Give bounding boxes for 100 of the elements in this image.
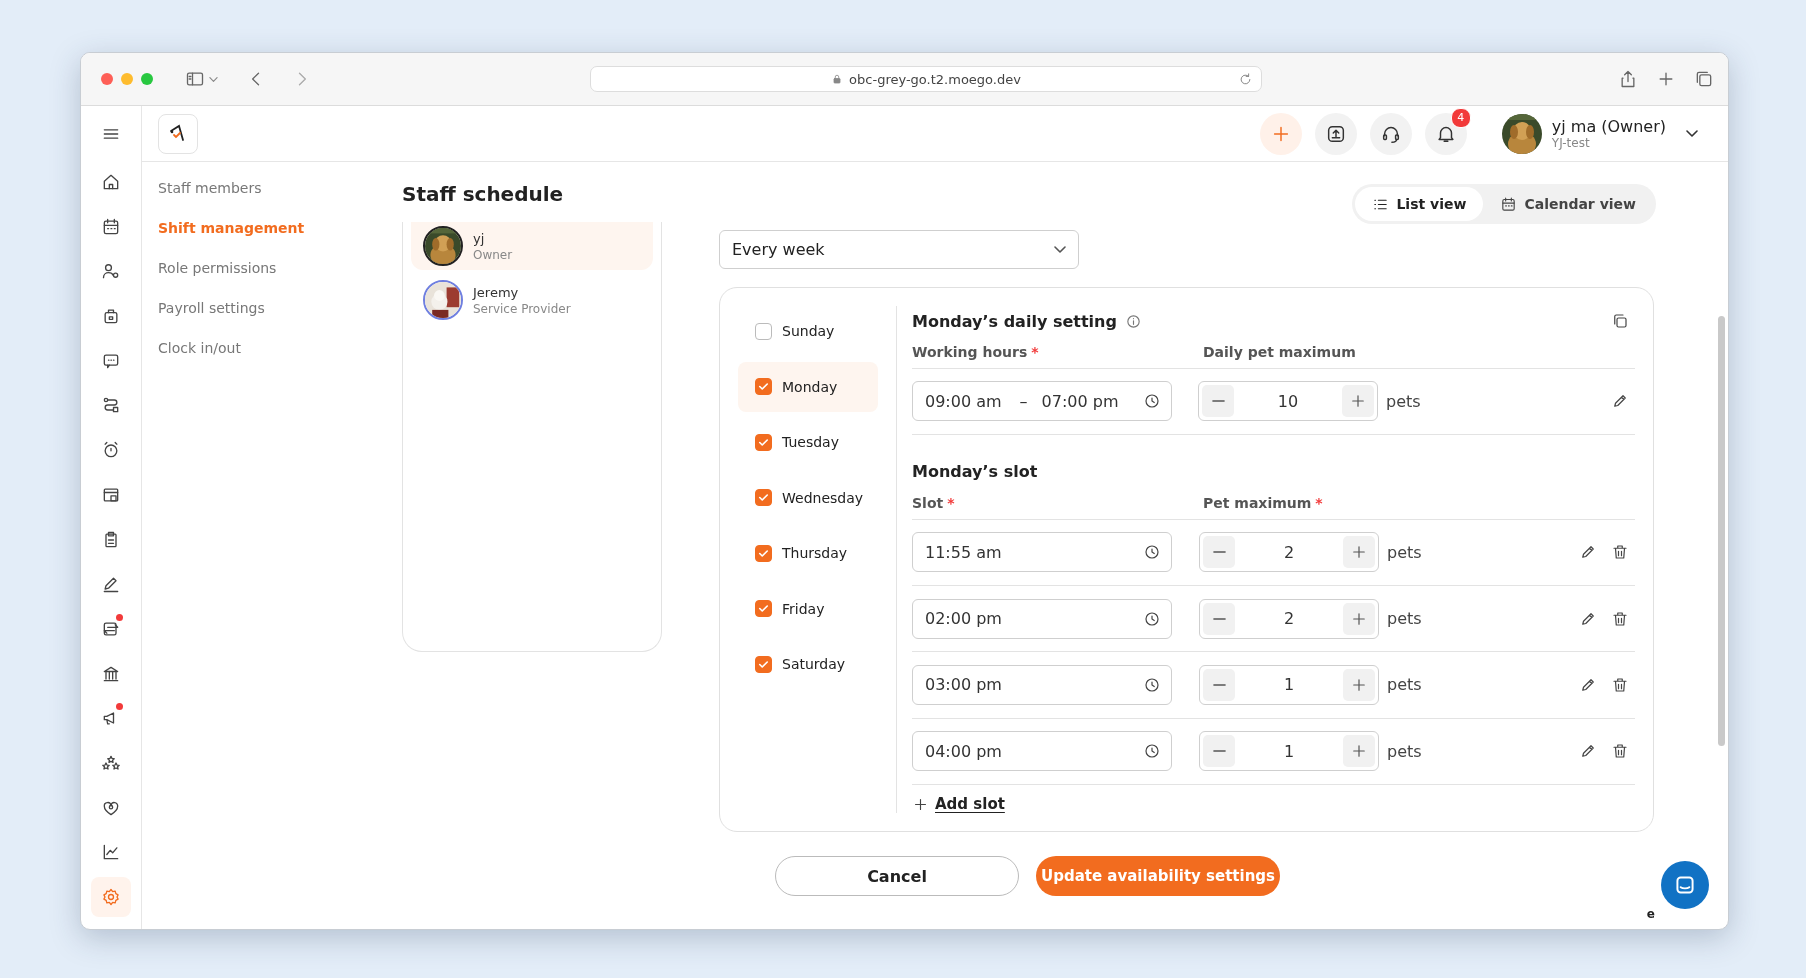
day-label: Saturday bbox=[782, 656, 846, 672]
logo[interactable] bbox=[158, 113, 198, 154]
settings-nav-link[interactable]: Payroll settings bbox=[158, 299, 392, 317]
field-label: Working hours bbox=[912, 343, 1028, 360]
reload-icon bbox=[1238, 71, 1253, 87]
unit-label: pets bbox=[1386, 391, 1421, 411]
staff-name: Jeremy bbox=[473, 284, 520, 300]
add-slot-link[interactable]: Add slot bbox=[912, 795, 1635, 813]
day-label: Friday bbox=[782, 600, 825, 617]
time-field[interactable]: 04:00 pm bbox=[912, 731, 1172, 772]
checkbox[interactable] bbox=[755, 433, 772, 451]
info-icon bbox=[1124, 312, 1142, 330]
view-tab[interactable]: Calendar view bbox=[1483, 187, 1653, 221]
decrement-button[interactable] bbox=[1203, 602, 1235, 635]
clock-icon bbox=[1143, 392, 1161, 411]
close-button[interactable] bbox=[101, 73, 113, 85]
checkbox[interactable] bbox=[755, 655, 772, 673]
calendar-icon bbox=[101, 216, 121, 237]
day-item[interactable]: Thursday bbox=[738, 528, 878, 578]
notification-count: 4 bbox=[1450, 107, 1471, 128]
decrement-button[interactable] bbox=[1202, 385, 1234, 418]
quantity-value: 2 bbox=[1283, 542, 1295, 562]
checkbox[interactable] bbox=[755, 489, 772, 506]
day-label: Wednesday bbox=[782, 489, 864, 506]
staff-role: Service Provider bbox=[473, 301, 571, 316]
slot-time: 03:00 pm bbox=[925, 675, 1002, 695]
decrement-button[interactable] bbox=[1203, 536, 1235, 569]
clock-icon bbox=[1143, 609, 1161, 628]
lock-icon bbox=[831, 73, 844, 85]
chevron-down-icon bbox=[1686, 130, 1698, 137]
day-label: Monday bbox=[782, 378, 838, 395]
clock-icon bbox=[1143, 675, 1161, 694]
unit-label: pets bbox=[1387, 675, 1422, 695]
day-label: Sunday bbox=[782, 323, 835, 339]
trash-icon bbox=[1611, 742, 1629, 761]
staff-item[interactable]: yj Owner bbox=[411, 222, 653, 270]
address-bar[interactable]: obc-grey-go.t2.moego.dev bbox=[590, 66, 1262, 92]
settings-nav-link[interactable]: Role permissions bbox=[158, 259, 392, 277]
chat-button[interactable] bbox=[1661, 861, 1709, 909]
copy-icon bbox=[1611, 312, 1629, 330]
field-label: Daily pet maximum bbox=[1203, 343, 1356, 360]
staff-name: yj bbox=[473, 230, 486, 246]
minus-icon bbox=[1212, 617, 1226, 620]
quantity-value: 1 bbox=[1283, 675, 1295, 695]
notification-dot bbox=[116, 613, 123, 621]
url-text: obc-grey-go.t2.moego.dev bbox=[849, 71, 1021, 87]
increment-button[interactable] bbox=[1343, 536, 1375, 569]
time-range-field[interactable]: 09:00 am – 07:00 pm bbox=[912, 381, 1172, 422]
section-title: Monday’s daily setting bbox=[912, 311, 1117, 331]
time-field[interactable]: 11:55 am bbox=[912, 532, 1172, 573]
time-field[interactable]: 02:00 pm bbox=[912, 598, 1172, 639]
range-dash: – bbox=[1019, 391, 1028, 411]
section-title: Monday’s slot bbox=[912, 462, 1038, 482]
increment-button[interactable] bbox=[1343, 668, 1375, 701]
day-item[interactable]: Saturday bbox=[738, 639, 878, 689]
checkbox[interactable] bbox=[755, 322, 772, 340]
checkbox[interactable] bbox=[755, 600, 772, 617]
settings-nav-link[interactable]: Staff members bbox=[158, 179, 392, 197]
chevron-down-icon bbox=[1054, 246, 1066, 253]
minus-icon bbox=[1211, 400, 1225, 403]
day-label: Tuesday bbox=[782, 434, 839, 450]
chevron-down-icon bbox=[209, 76, 218, 82]
minus-icon bbox=[1212, 683, 1226, 686]
increment-button[interactable] bbox=[1342, 385, 1374, 418]
time-field[interactable]: 03:00 pm bbox=[912, 664, 1172, 705]
start-time: 09:00 am bbox=[925, 391, 1002, 411]
settings-nav-link[interactable]: Clock in/out bbox=[158, 339, 392, 357]
increment-button[interactable] bbox=[1343, 602, 1375, 635]
checkbox[interactable] bbox=[755, 544, 772, 562]
increment-button[interactable] bbox=[1343, 735, 1375, 768]
day-item[interactable]: Wednesday bbox=[738, 472, 878, 523]
minus-icon bbox=[1212, 551, 1226, 554]
day-item[interactable]: Tuesday bbox=[738, 417, 878, 467]
partial-text: e bbox=[1646, 907, 1655, 921]
pen-icon bbox=[101, 574, 121, 595]
page-title: Staff schedule bbox=[402, 182, 565, 206]
repeat-select[interactable]: Every week bbox=[719, 230, 1079, 269]
quantity-value: 10 bbox=[1277, 391, 1299, 411]
trash-icon bbox=[1611, 543, 1629, 562]
calendar-icon bbox=[1500, 195, 1518, 213]
unit-label: pets bbox=[1387, 609, 1422, 629]
home-icon bbox=[101, 172, 121, 192]
user-name[interactable]: yj ma (Owner) bbox=[1551, 117, 1666, 136]
decrement-button[interactable] bbox=[1203, 668, 1235, 701]
field-label: Slot bbox=[912, 494, 944, 511]
day-item[interactable]: Monday bbox=[738, 361, 878, 412]
decrement-button[interactable] bbox=[1203, 735, 1235, 768]
staff-item[interactable]: Jeremy Service Provider bbox=[411, 276, 653, 324]
end-time: 07:00 pm bbox=[1041, 391, 1119, 411]
minus-icon bbox=[1212, 750, 1226, 753]
scrollbar[interactable] bbox=[1718, 316, 1725, 746]
slot-time: 02:00 pm bbox=[925, 609, 1002, 629]
view-tab[interactable]: List view bbox=[1355, 187, 1484, 221]
unit-label: pets bbox=[1387, 542, 1422, 562]
checkbox[interactable] bbox=[755, 378, 772, 395]
slot-time: 11:55 am bbox=[925, 542, 1002, 562]
staff-role: Owner bbox=[473, 247, 513, 262]
day-item[interactable]: Friday bbox=[738, 583, 878, 634]
day-item[interactable]: Sunday bbox=[738, 306, 878, 356]
day-label: Thursday bbox=[782, 545, 848, 561]
